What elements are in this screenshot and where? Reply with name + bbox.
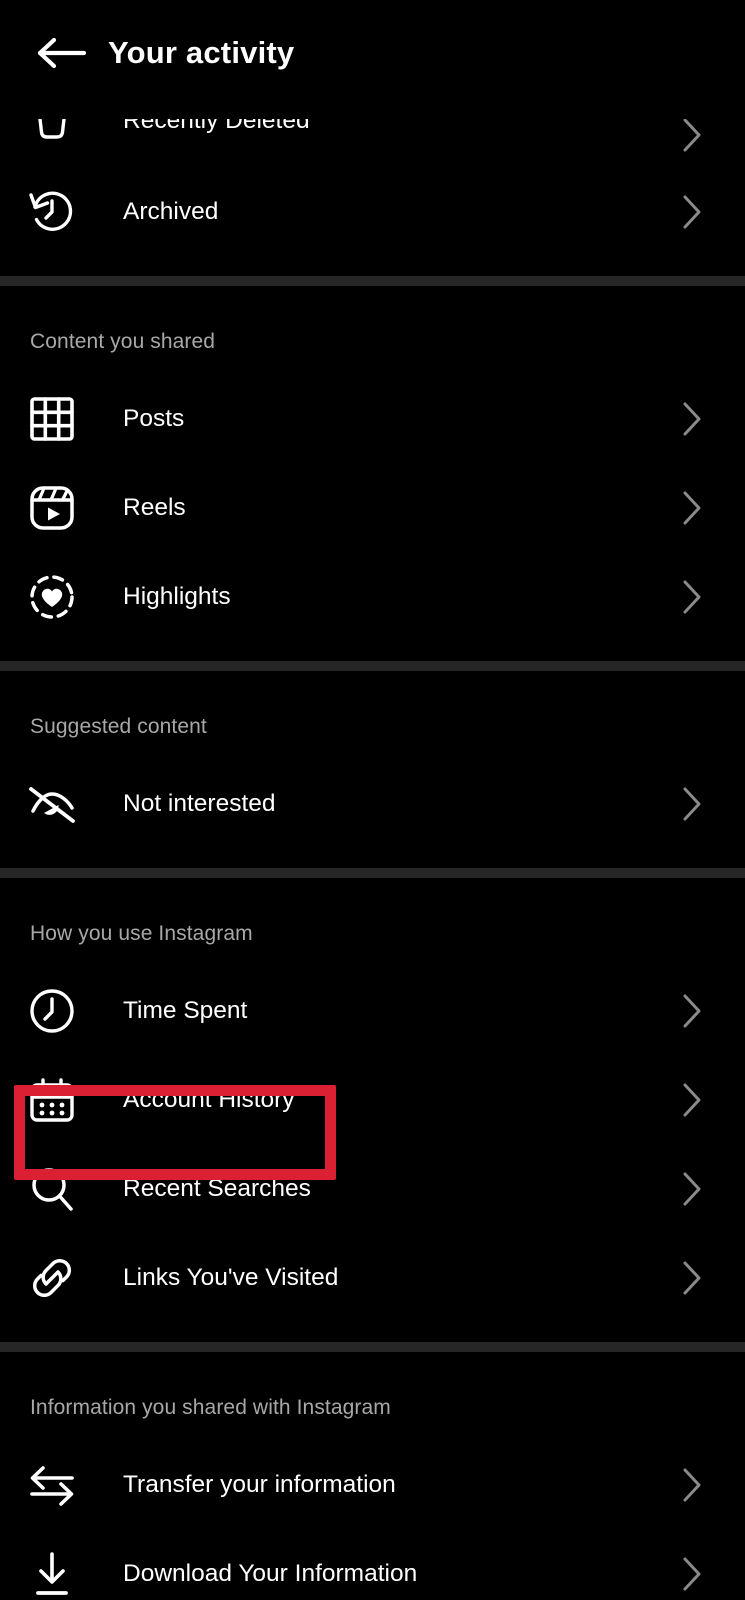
chevron-right-icon[interactable] xyxy=(681,993,703,1029)
section-bottom-spacer xyxy=(0,641,745,661)
section-divider xyxy=(0,276,745,286)
list-item-calendar[interactable]: Account History xyxy=(0,1055,745,1144)
section-header-information-you-shared: Information you shared with Instagram xyxy=(0,1352,745,1440)
section-bottom-spacer xyxy=(0,848,745,868)
chevron-right-icon[interactable] xyxy=(681,119,703,153)
list-item-trash[interactable]: Recently Deleted xyxy=(0,119,745,167)
chevron-right-icon[interactable] xyxy=(681,490,703,526)
section-bottom-spacer xyxy=(0,1322,745,1342)
chevron-right-icon[interactable] xyxy=(681,1260,703,1296)
chevron-right-icon[interactable] xyxy=(681,579,703,615)
search-icon xyxy=(26,1163,78,1215)
chevron-right-icon[interactable] xyxy=(681,1171,703,1207)
list-item-label: Recently Deleted xyxy=(123,119,310,134)
list-top-spacer xyxy=(0,105,745,119)
list-item-label: Highlights xyxy=(123,582,231,610)
chevron-right-icon[interactable] xyxy=(681,1556,703,1592)
section-header-suggested-content: Suggested content xyxy=(0,671,745,759)
list-item-label: Not interested xyxy=(123,789,276,817)
chevron-right-icon[interactable] xyxy=(681,786,703,822)
section-header-how-you-use-instagram: How you use Instagram xyxy=(0,878,745,966)
list-item-label: Posts xyxy=(123,404,185,432)
list-item-download[interactable]: Download Your Information xyxy=(0,1529,745,1600)
app-header: Your activity xyxy=(0,0,745,105)
chevron-right-icon[interactable] xyxy=(681,1467,703,1503)
list-item-reels[interactable]: Reels xyxy=(0,463,745,552)
list-item-eye-slash[interactable]: Not interested xyxy=(0,759,745,848)
reels-icon xyxy=(26,482,78,534)
back-arrow-icon xyxy=(36,33,88,73)
list-item-search[interactable]: Recent Searches xyxy=(0,1144,745,1233)
list-item-label: Download Your Information xyxy=(123,1559,418,1587)
highlights-heart-icon xyxy=(26,571,78,623)
list-item-label: Archived xyxy=(123,197,219,225)
page-title: Your activity xyxy=(108,34,295,70)
eye-slash-icon xyxy=(26,778,78,830)
section-divider xyxy=(0,1342,745,1352)
list-item-clock[interactable]: Time Spent xyxy=(0,966,745,1055)
section-divider xyxy=(0,868,745,878)
list-item-grid[interactable]: Posts xyxy=(0,374,745,463)
clock-icon xyxy=(26,985,78,1037)
history-clock-icon xyxy=(26,186,78,238)
grid-icon xyxy=(26,393,78,445)
list-item-label: Links You've Visited xyxy=(123,1263,339,1291)
list-item-label: Account History xyxy=(123,1085,295,1113)
list-item-highlights-heart[interactable]: Highlights xyxy=(0,552,745,641)
section-bottom-spacer xyxy=(0,256,745,276)
calendar-icon xyxy=(26,1074,78,1126)
list-item-label: Reels xyxy=(123,493,186,521)
chevron-right-icon[interactable] xyxy=(681,1082,703,1118)
section-header-content-you-shared: Content you shared xyxy=(0,286,745,374)
list-item-link[interactable]: Links You've Visited xyxy=(0,1233,745,1322)
list-item-label: Recent Searches xyxy=(123,1174,311,1202)
download-icon xyxy=(26,1548,78,1600)
list-item-label: Time Spent xyxy=(123,996,248,1024)
settings-list[interactable]: Recently Deleted Archived Content you shar… xyxy=(0,105,745,1600)
chevron-right-icon[interactable] xyxy=(681,401,703,437)
transfer-arrows-icon xyxy=(26,1459,78,1511)
link-icon xyxy=(26,1252,78,1304)
your-activity-screen: Your activity Recently Deleted Archived Co… xyxy=(0,0,745,1600)
section-divider xyxy=(0,661,745,671)
list-item-label: Transfer your information xyxy=(123,1470,396,1498)
back-button[interactable] xyxy=(22,18,102,88)
list-item-history-clock[interactable]: Archived xyxy=(0,167,745,256)
list-item-transfer-arrows[interactable]: Transfer your information xyxy=(0,1440,745,1529)
chevron-right-icon[interactable] xyxy=(681,194,703,230)
trash-icon xyxy=(26,119,78,147)
